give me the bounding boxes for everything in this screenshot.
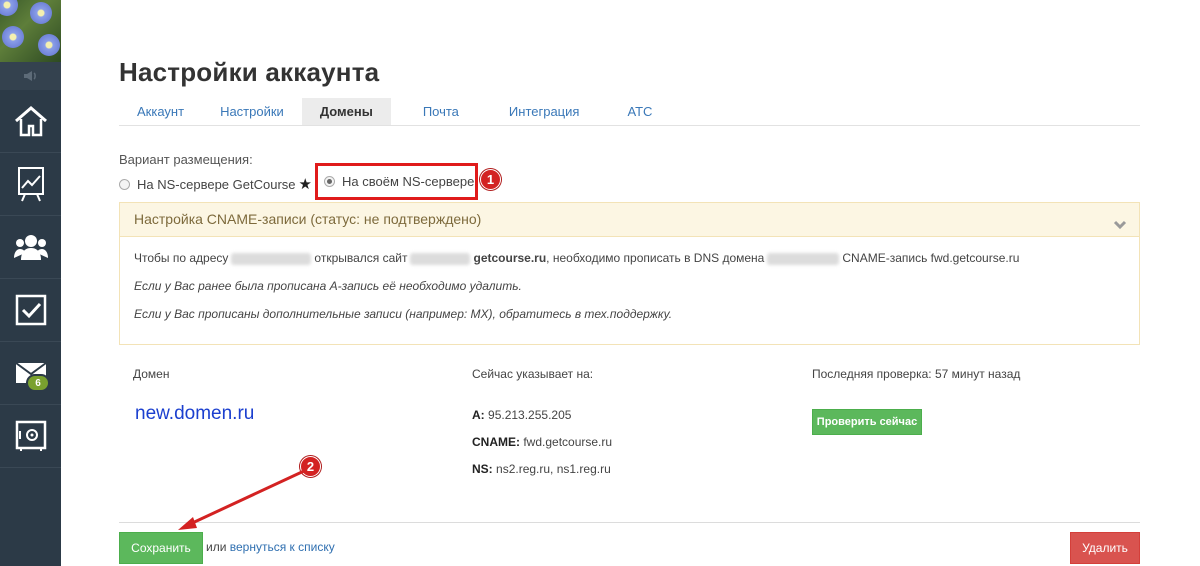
safe-icon <box>15 420 47 452</box>
cname-record: CNAME: fwd.getcourse.ru <box>472 435 612 449</box>
cname-record-label: CNAME: <box>472 435 520 449</box>
tasks-checkbox-icon <box>15 294 47 326</box>
cname-text-part: открывался сайт <box>314 251 408 265</box>
a-record-value: 95.213.255.205 <box>488 408 572 422</box>
placement-option-getcourse[interactable]: На NS-сервере GetCourse ★ <box>119 175 312 193</box>
footer-divider <box>119 522 1140 523</box>
placement-label: Вариант размещения: <box>119 152 253 167</box>
annotation-marker-2: 2 <box>300 456 321 477</box>
a-record: A: 95.213.255.205 <box>472 408 571 422</box>
home-icon <box>14 105 48 137</box>
placement-option-own-ns[interactable]: На своём NS-сервере <box>315 163 478 200</box>
sidebar-item-tasks[interactable] <box>0 279 61 342</box>
tab-domains[interactable]: Домены <box>301 98 391 125</box>
radio-own-ns[interactable] <box>324 176 335 187</box>
cname-note-text: Если у Вас прописаны дополнительные запи… <box>134 307 673 321</box>
cname-panel-header[interactable]: Настройка CNAME-записи (статус: не подтв… <box>120 203 1139 237</box>
annotation-marker-1: 1 <box>480 169 501 190</box>
ns-record-value: ns2.reg.ru, ns1.reg.ru <box>496 462 611 476</box>
cname-panel: Настройка CNAME-записи (статус: не подтв… <box>119 202 1140 345</box>
domain-name: new.domen.ru <box>135 403 255 424</box>
radio-own-ns-label: На своём NS-сервере <box>342 174 475 189</box>
sidebar-item-reports[interactable] <box>0 153 61 216</box>
back-to-list-link[interactable]: вернуться к списку <box>230 540 335 554</box>
cname-note-support: Если у Вас прописаны дополнительные запи… <box>134 307 1125 321</box>
chart-board-icon <box>17 166 45 202</box>
radio-getcourse[interactable] <box>119 178 130 190</box>
or-label: или <box>206 540 227 554</box>
sidebar-item-settings[interactable] <box>0 405 61 468</box>
cname-text-part: CNAME-запись fwd.getcourse.ru <box>842 251 1020 265</box>
cname-record-value: fwd.getcourse.ru <box>523 435 613 449</box>
cname-panel-title: Настройка CNAME-записи (статус: не подтв… <box>134 211 482 227</box>
tab-mail[interactable]: Почта <box>391 98 477 125</box>
column-points-to: Сейчас указывает на: <box>472 367 594 381</box>
settings-tabs: Аккаунт Настройки Домены Почта Интеграци… <box>119 98 1140 126</box>
chevron-down-icon[interactable] <box>1113 211 1127 244</box>
unread-count-badge: 6 <box>26 374 50 392</box>
page-title: Настройки аккаунта <box>119 57 380 87</box>
save-button[interactable]: Сохранить <box>119 532 203 564</box>
sidebar-item-messages[interactable]: 6 <box>0 342 61 405</box>
redacted-subdomain <box>410 252 471 265</box>
cname-panel-body: Чтобы по адресу открывался сайт getcourse.… <box>120 237 1139 349</box>
ns-record: NS: ns2.reg.ru, ns1.reg.ru <box>472 462 611 476</box>
radio-getcourse-label: На NS-сервере GetCourse <box>137 176 296 192</box>
announcements-icon[interactable] <box>0 62 61 90</box>
cname-domain: getcourse.ru <box>473 251 547 265</box>
footer-or-text: или вернуться к списку <box>206 540 335 554</box>
column-last-check: Последняя проверка: 57 минут назад <box>812 367 1021 381</box>
tab-integration[interactable]: Интеграция <box>477 98 598 125</box>
cname-text-part: Чтобы по адресу <box>134 251 229 265</box>
tab-account[interactable]: Аккаунт <box>119 98 202 125</box>
redacted-domain <box>767 252 840 265</box>
check-now-button[interactable]: Проверить сейчас <box>812 409 922 435</box>
cname-instruction: Чтобы по адресу открывался сайт getcourse.… <box>134 251 1125 265</box>
tab-pbx[interactable]: АТС <box>597 98 670 125</box>
a-record-label: A: <box>472 408 485 422</box>
sidebar: 6 <box>0 0 61 566</box>
column-domain: Домен <box>133 367 170 381</box>
tab-settings[interactable]: Настройки <box>202 98 302 125</box>
sidebar-item-users[interactable] <box>0 216 61 279</box>
star-icon: ★ <box>298 176 312 193</box>
avatar[interactable] <box>0 0 61 62</box>
cname-text-part: , необходимо прописать в DNS домена <box>546 251 765 265</box>
sidebar-item-home[interactable] <box>0 90 61 153</box>
cname-note-a-record: Если у Вас ранее была прописана А-запись… <box>134 279 1125 293</box>
delete-button[interactable]: Удалить <box>1070 532 1140 564</box>
ns-record-label: NS: <box>472 462 493 476</box>
cname-note-text: Если у Вас ранее была прописана А-запись… <box>134 279 522 293</box>
redacted-address <box>231 252 312 265</box>
users-icon <box>13 233 48 261</box>
